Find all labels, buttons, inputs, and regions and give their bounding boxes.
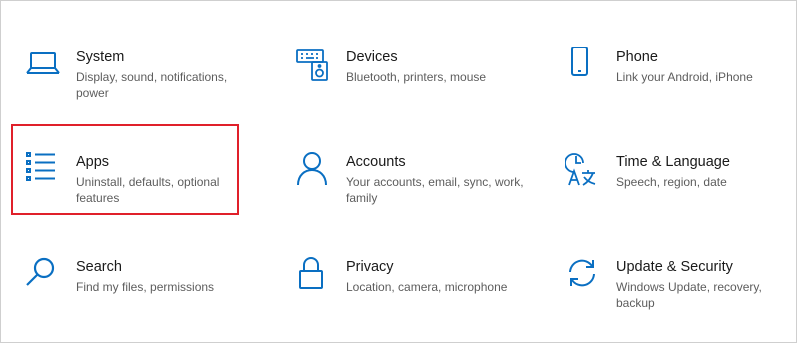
tile-accounts[interactable]: Accounts Your accounts, email, sync, wor…	[295, 150, 535, 240]
search-icon	[25, 257, 61, 293]
tile-system[interactable]: System Display, sound, notifications, po…	[25, 45, 265, 135]
tile-title: Phone	[616, 49, 658, 65]
tile-phone[interactable]: Phone Link your Android, iPhone	[565, 45, 797, 135]
tile-title: Devices	[346, 49, 398, 65]
tile-title: Search	[76, 259, 122, 275]
tile-description: Find my files, permissions	[76, 280, 215, 294]
tile-description: Uninstall, defaults, optional features	[76, 175, 220, 205]
tile-apps[interactable]: Apps Uninstall, defaults, optional featu…	[25, 150, 265, 240]
apps-list-icon	[25, 152, 61, 188]
lock-icon	[295, 257, 331, 293]
tile-description: Your accounts, email, sync, work, family	[346, 175, 524, 205]
keyboard-speaker-icon	[295, 47, 331, 83]
tile-description: Location, camera, microphone	[346, 280, 508, 294]
time-language-icon	[565, 152, 601, 188]
tile-description: Windows Update, recovery, backup	[616, 280, 762, 310]
person-icon	[295, 152, 331, 188]
tile-title: System	[76, 49, 125, 65]
tile-title: Update & Security	[616, 259, 733, 275]
tile-description: Bluetooth, printers, mouse	[346, 70, 487, 84]
tile-description: Speech, region, date	[616, 175, 727, 189]
tile-privacy[interactable]: Privacy Location, camera, microphone	[295, 255, 535, 345]
tile-description: Display, sound, notifications, power	[76, 70, 228, 100]
laptop-icon	[25, 47, 61, 83]
tile-title: Accounts	[346, 154, 406, 170]
tile-title: Privacy	[346, 259, 394, 275]
settings-window: System Display, sound, notifications, po…	[0, 0, 797, 343]
tile-title: Time & Language	[616, 154, 730, 170]
tile-title: Apps	[76, 154, 110, 170]
sync-icon	[565, 257, 601, 293]
phone-icon	[565, 47, 601, 83]
tile-description: Link your Android, iPhone	[616, 70, 753, 84]
tile-search[interactable]: Search Find my files, permissions	[25, 255, 265, 345]
tile-devices[interactable]: Devices Bluetooth, printers, mouse	[295, 45, 535, 135]
tile-time-language[interactable]: Time & Language Speech, region, date	[565, 150, 797, 240]
tile-update-security[interactable]: Update & Security Windows Update, recove…	[565, 255, 797, 345]
